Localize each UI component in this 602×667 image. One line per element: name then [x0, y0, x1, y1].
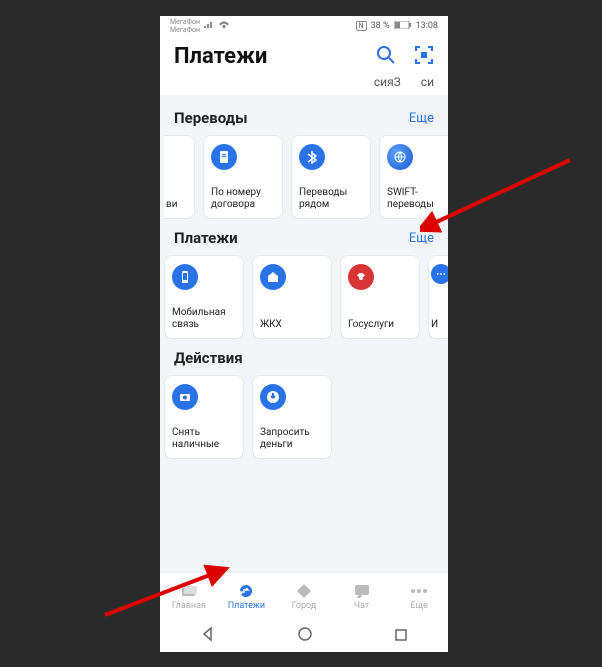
page-title: Платежи [174, 44, 267, 69]
download-icon [260, 384, 286, 410]
card-stack-icon [179, 582, 199, 600]
battery-pct: 38 % [371, 21, 390, 31]
nfc-icon: N [356, 21, 367, 31]
more-link-transfers[interactable]: Еще [409, 111, 434, 126]
clock: 13:08 [416, 21, 438, 31]
payment-card-mobile[interactable]: Мобильная связь [164, 255, 244, 339]
nav-label: Еще [410, 601, 427, 611]
nav-label: Главная [172, 601, 206, 611]
card-label: Запросить деньги [260, 427, 324, 450]
nav-home[interactable]: Главная [163, 582, 215, 611]
chip-2[interactable]: си [421, 75, 434, 89]
bluetooth-icon [299, 144, 325, 170]
header: Платежи [160, 36, 448, 73]
more-icon: ⋯ [431, 264, 448, 284]
action-card-request[interactable]: Запросить деньги [252, 375, 332, 459]
globe-icon [387, 144, 413, 170]
search-icon[interactable] [376, 45, 396, 69]
payment-card-next-sliver[interactable]: ⋯ И [428, 255, 448, 339]
qr-scan-icon[interactable] [414, 45, 434, 69]
nav-label: Чат [354, 601, 369, 611]
section-title-transfers: Переводы [174, 109, 248, 127]
bottom-nav: Главная Платежи Город Чат Еще [160, 572, 448, 620]
section-title-actions: Действия [174, 349, 243, 367]
action-card-withdraw[interactable]: Снять наличные [164, 375, 244, 459]
arrows-icon [236, 582, 256, 600]
nav-payments[interactable]: Платежи [220, 582, 272, 611]
card-label: Переводы рядом [299, 187, 363, 210]
card-label: ЖКХ [260, 319, 324, 331]
chat-icon [352, 582, 372, 600]
section-actions: Действия Снять наличные Запросить деньги [170, 349, 438, 459]
signal-icon [204, 21, 214, 32]
dots-icon [409, 582, 429, 600]
eagle-icon [348, 264, 374, 290]
transfer-card-prev-sliver[interactable]: ви [164, 135, 195, 219]
recents-button[interactable] [394, 627, 408, 646]
card-label: SWIFT-переводы [387, 187, 448, 210]
card-label: Снять наличные [172, 427, 236, 450]
wifi-icon [218, 21, 230, 32]
document-icon [211, 144, 237, 170]
payment-card-utilities[interactable]: ЖКХ [252, 255, 332, 339]
phone-frame: МегаФон МегаФон N 38 % 13:08 Платежи [160, 16, 448, 652]
transfer-card-nearby[interactable]: Переводы рядом [291, 135, 371, 219]
back-button[interactable] [200, 626, 216, 646]
nav-label: Платежи [228, 601, 265, 611]
nav-more[interactable]: Еще [393, 582, 445, 611]
section-title-payments: Платежи [174, 229, 238, 247]
card-label: По номеру договора [211, 187, 275, 210]
diamond-icon [294, 582, 314, 600]
content-area: Переводы Еще ви По номеру договора [160, 95, 448, 572]
quick-chips: сияЗ си [160, 73, 448, 95]
more-link-payments[interactable]: Еще [409, 231, 434, 246]
card-label: Мобильная связь [172, 307, 236, 330]
battery-icon [394, 21, 412, 32]
transfer-card-by-contract[interactable]: По номеру договора [203, 135, 283, 219]
payment-card-gosuslugi[interactable]: Госуслуги [340, 255, 420, 339]
carrier-labels: МегаФон МегаФон [170, 18, 200, 34]
home-button[interactable] [297, 626, 313, 646]
section-transfers: Переводы Еще ви По номеру договора [170, 109, 438, 219]
card-label: Госуслуги [348, 319, 412, 331]
nav-chat[interactable]: Чат [336, 582, 388, 611]
system-nav [160, 620, 448, 652]
section-payments: Платежи Еще Мобильная связь ЖКХ [170, 229, 438, 339]
nav-label: Город [292, 601, 317, 611]
phone-icon [172, 264, 198, 290]
nav-city[interactable]: Город [278, 582, 330, 611]
status-bar: МегаФон МегаФон N 38 % 13:08 [160, 16, 448, 36]
chip-1[interactable]: сияЗ [374, 75, 401, 89]
transfer-card-swift[interactable]: SWIFT-переводы [379, 135, 448, 219]
house-icon [260, 264, 286, 290]
camera-icon [172, 384, 198, 410]
